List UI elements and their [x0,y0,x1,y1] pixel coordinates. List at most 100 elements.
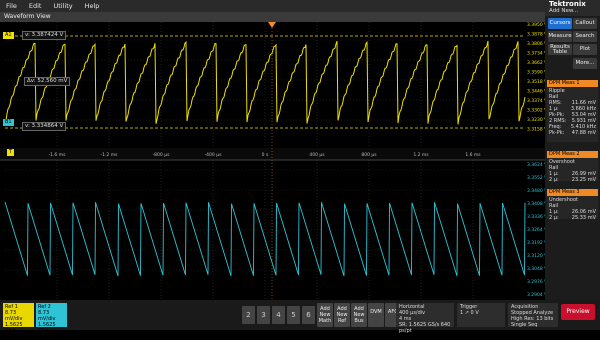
measure-button[interactable]: Measure [548,31,572,42]
upper-y-tick-label: 3.3950 V [527,22,545,28]
channel-marker-a1[interactable]: A1 [3,32,14,39]
brand-badge[interactable]: Tektronix Add New... [545,0,600,16]
ref2-line-0: 8.73 mV/div [38,310,56,322]
waveform-plot[interactable]: 3.3950 V 3.3878 V 3.3806 V 3.3734 V 3.3662 V… [0,22,548,300]
lower-y-tick-label: 3.3480 V [527,188,545,194]
ref2-badge[interactable]: Ref 2 8.73 mV/div 1.5625 GS/s Power rail [36,303,67,340]
channel-5-button[interactable]: 5 [287,306,300,324]
add-new-math-button[interactable]: Add New Math [317,303,333,327]
menu-item-utility[interactable]: Utility [47,2,78,10]
upper-y-tick-label: 3.3230 V [527,117,545,123]
acquisition-line-2: Single Seq [511,322,538,328]
add-new-bus-label-2: Bus [354,318,364,324]
preview-button[interactable]: Preview [561,304,595,320]
ref2-line-1: 1.5625 GS/s [38,322,56,334]
dpm-meas-3-row: 2 µ: 25.33 mV [549,215,596,221]
lower-y-tick-label: 3.3120 V [527,253,545,259]
brand-name: Tektronix [549,0,586,8]
dpm-meas-3-title: DPM Meas 3 [549,189,580,195]
trigger-panel[interactable]: Trigger 1 ↗ 0 V [457,303,505,327]
upper-y-tick-label: 3.3302 V [527,108,545,114]
time-tick-label: 1.2 ms [413,152,429,158]
dpm-meas-1-row-label: Pk-Pk: [549,130,565,136]
ref2-line-2: Power rail [38,334,63,340]
lower-y-tick-label: 3.3336 V [527,214,545,220]
bottom-bar: Ref 1 8.73 mV/div 1.5625 GS/s Power rail… [0,300,600,340]
waveform-view-title: Waveform View [0,12,545,22]
lower-y-tick-label: 3.3408 V [527,201,545,207]
callout-button[interactable]: Callout [573,18,597,29]
dpm-meas-1-title: DPM Meas 1 [549,80,580,86]
dpm-meas-2-panel[interactable]: DPM Meas 2 Overshoot Rail 1 µ: 26.99 mV 2 … [547,151,598,183]
time-tick-label: -800 µs [153,152,171,158]
cursors-button[interactable]: Cursors [548,18,572,29]
dpm-meas-1-row: Pk-Pk: 47.88 mV [549,130,596,136]
menu-bar: File Edit Utility Help [0,0,545,12]
menu-item-file[interactable]: File [0,2,23,10]
channel-3-button[interactable]: 3 [257,306,270,324]
upper-y-tick-label: 3.3518 V [527,79,545,85]
horizontal-line-2: SR: 1.5625 GS/s 640 ps/pt [399,322,451,334]
lower-y-tick-label: 3.3552 V [527,175,545,181]
acquisition-panel[interactable]: Acquisition Stopped Analyze High Res: 13… [508,303,558,328]
ref1-line-2: Power rail [5,334,30,340]
add-new-bus-button[interactable]: Add New Bus [351,303,367,327]
dpm-meas-2-row-value: 23.25 mV [571,177,596,183]
cursor-v2-readout: v: 3.334864 V [22,122,67,131]
channel-6-button[interactable]: 6 [302,306,315,324]
dpm-meas-1-row-value: 47.88 mV [571,130,596,136]
upper-y-tick-label: 3.3374 V [527,98,545,104]
upper-y-tick-label: 3.3734 V [527,51,545,57]
dpm-meas-2-row: 2 µ: 23.25 mV [549,177,596,183]
channel-2-waveform [4,201,526,277]
channel-4-button[interactable]: 4 [272,306,285,324]
add-new-label: Add New... [549,8,579,14]
trigger-level-marker[interactable]: T [7,149,15,156]
add-new-math-label-2: Math [318,318,332,324]
ref1-line-1: 1.5625 GS/s [5,322,23,334]
results-table-button[interactable]: Results Table [548,44,572,55]
search-button[interactable]: Search [573,31,597,42]
lower-y-tick-label: 3.3264 V [527,227,545,233]
ref1-badge[interactable]: Ref 1 8.73 mV/div 1.5625 GS/s Power rail [3,303,34,340]
dpm-meas-3-row-label: 2 µ: [549,215,559,221]
time-axis-strip [0,148,545,160]
cursor-v1-readout: v: 3.387424 V [22,31,67,40]
more-button[interactable]: More... [573,58,597,69]
dpm-meas-1-panel[interactable]: DPM Meas 1 Ripple Rail RMS: 11.66 mV 1 µ: 3… [547,80,598,142]
upper-y-tick-label: 3.3878 V [527,32,545,38]
dvm-button[interactable]: DVM [368,303,384,327]
time-tick-label: -1.2 ms [101,152,119,158]
waveform-svg: 3.3950 V 3.3878 V 3.3806 V 3.3734 V 3.3662 V… [0,22,548,300]
lower-y-tick-label: 3.3624 V [527,162,545,168]
upper-y-tick-label: 3.3662 V [527,60,545,66]
dpm-meas-2-title: DPM Meas 2 [549,151,580,157]
menu-item-help[interactable]: Help [79,2,106,10]
add-new-ref-label-2: Ref [337,318,347,324]
add-new-ref-button[interactable]: Add New Ref [334,303,350,327]
dpm-meas-3-row-value: 25.33 mV [571,215,596,221]
upper-y-tick-label: 3.3158 V [527,127,545,133]
plot-button[interactable]: Plot [573,44,597,55]
time-tick-label: 1.6 ms [465,152,481,158]
channel-marker-b1[interactable]: B1 [3,119,14,126]
time-tick-label: -400 µs [205,152,223,158]
lower-y-tick-label: 3.2904 V [527,292,545,298]
channel-2-button[interactable]: 2 [242,306,255,324]
time-tick-label: 400 µs [309,152,325,158]
lower-y-tick-label: 3.3048 V [527,266,545,272]
horizontal-panel[interactable]: Horizontal 400 µs/div 4 ms SR: 1.5625 GS… [396,303,454,334]
lower-y-tick-label: 3.3192 V [527,240,545,246]
time-tick-label: 800 µs [361,152,377,158]
ref1-line-0: 8.73 mV/div [5,310,23,322]
upper-y-tick-label: 3.3446 V [527,89,545,95]
menu-item-edit[interactable]: Edit [23,2,48,10]
dpm-meas-3-panel[interactable]: DPM Meas 3 Undershoot Rail 1 µ: 26.06 mV 2… [547,189,598,221]
right-panel: Cursors Callout Measure Search Results T… [545,16,600,300]
trigger-position-marker [268,22,276,28]
dpm-meas-2-row-label: 2 µ: [549,177,559,183]
time-tick-label: 0 s [262,152,269,158]
upper-y-tick-label: 3.3806 V [527,41,545,47]
upper-y-tick-label: 3.3590 V [527,70,545,76]
lower-y-tick-label: 3.2976 V [527,279,545,285]
